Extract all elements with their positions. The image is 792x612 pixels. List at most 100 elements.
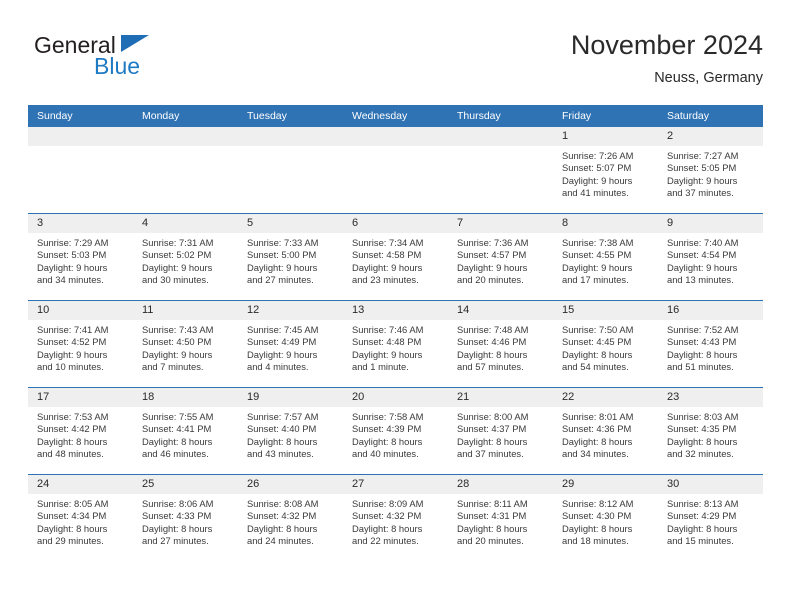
- day-cell[interactable]: 6 Sunrise: 7:34 AM Sunset: 4:58 PM Dayli…: [343, 214, 448, 300]
- day-number: 16: [667, 304, 680, 316]
- day-cell[interactable]: 15 Sunrise: 7:50 AM Sunset: 4:45 PM Dayl…: [553, 301, 658, 387]
- day-details: Sunrise: 7:58 AM Sunset: 4:39 PM Dayligh…: [343, 407, 448, 460]
- day-cell[interactable]: [238, 127, 343, 213]
- day-cell[interactable]: 19 Sunrise: 7:57 AM Sunset: 4:40 PM Dayl…: [238, 388, 343, 474]
- day-cell[interactable]: 14 Sunrise: 7:48 AM Sunset: 4:46 PM Dayl…: [448, 301, 553, 387]
- sunrise-text: Sunrise: 8:05 AM: [37, 498, 109, 509]
- sunset-text: Sunset: 5:07 PM: [562, 162, 632, 174]
- day-cell[interactable]: 16 Sunrise: 7:52 AM Sunset: 4:43 PM Dayl…: [658, 301, 763, 387]
- weekday-header-thursday: Thursday: [457, 110, 501, 122]
- daylight-text-line1: Daylight: 9 hours: [667, 174, 738, 186]
- daylight-text-line1: Daylight: 8 hours: [247, 435, 318, 447]
- day-cell[interactable]: 13 Sunrise: 7:46 AM Sunset: 4:48 PM Dayl…: [343, 301, 448, 387]
- sunset-text: Sunset: 4:33 PM: [142, 510, 212, 522]
- sunrise-text: Sunrise: 8:08 AM: [247, 498, 319, 509]
- sunset-text: Sunset: 4:49 PM: [247, 336, 317, 348]
- day-cell[interactable]: 11 Sunrise: 7:43 AM Sunset: 4:50 PM Dayl…: [133, 301, 238, 387]
- sunset-text: Sunset: 4:45 PM: [562, 336, 632, 348]
- daylight-text-line2: and 23 minutes.: [352, 273, 419, 285]
- day-cell[interactable]: 25 Sunrise: 8:06 AM Sunset: 4:33 PM Dayl…: [133, 475, 238, 561]
- sunset-text: Sunset: 4:36 PM: [562, 423, 632, 435]
- daylight-text-line1: Daylight: 9 hours: [352, 261, 423, 273]
- daylight-text-line2: and 37 minutes.: [667, 186, 734, 198]
- sunset-text: Sunset: 4:32 PM: [247, 510, 317, 522]
- day-number: 22: [562, 391, 575, 403]
- day-number: 9: [667, 217, 674, 229]
- sunrise-text: Sunrise: 7:50 AM: [562, 324, 634, 335]
- day-details: Sunrise: 8:08 AM Sunset: 4:32 PM Dayligh…: [238, 494, 343, 547]
- daylight-text-line2: and 37 minutes.: [457, 447, 524, 459]
- day-cell[interactable]: 9 Sunrise: 7:40 AM Sunset: 4:54 PM Dayli…: [658, 214, 763, 300]
- day-number: 21: [457, 391, 470, 403]
- daylight-text-line1: Daylight: 8 hours: [667, 522, 738, 534]
- day-cell[interactable]: 28 Sunrise: 8:11 AM Sunset: 4:31 PM Dayl…: [448, 475, 553, 561]
- day-cell[interactable]: 4 Sunrise: 7:31 AM Sunset: 5:02 PM Dayli…: [133, 214, 238, 300]
- day-cell[interactable]: [133, 127, 238, 213]
- day-details: Sunrise: 7:43 AM Sunset: 4:50 PM Dayligh…: [133, 320, 238, 373]
- day-cell[interactable]: 3 Sunrise: 7:29 AM Sunset: 5:03 PM Dayli…: [28, 214, 133, 300]
- day-cell[interactable]: 18 Sunrise: 7:55 AM Sunset: 4:41 PM Dayl…: [133, 388, 238, 474]
- daylight-text-line2: and 32 minutes.: [667, 447, 734, 459]
- daylight-text-line1: Daylight: 9 hours: [352, 348, 423, 360]
- day-cell[interactable]: 10 Sunrise: 7:41 AM Sunset: 4:52 PM Dayl…: [28, 301, 133, 387]
- day-details: Sunrise: 7:27 AM Sunset: 5:05 PM Dayligh…: [658, 146, 763, 199]
- day-details: Sunrise: 7:40 AM Sunset: 4:54 PM Dayligh…: [658, 233, 763, 286]
- page-header: General Blue November 2024 Neuss, German…: [28, 28, 763, 100]
- brand-logo[interactable]: General Blue: [34, 32, 274, 88]
- day-cell[interactable]: 27 Sunrise: 8:09 AM Sunset: 4:32 PM Dayl…: [343, 475, 448, 561]
- sunset-text: Sunset: 4:29 PM: [667, 510, 737, 522]
- daylight-text-line2: and 18 minutes.: [562, 534, 629, 546]
- sunrise-text: Sunrise: 7:55 AM: [142, 411, 214, 422]
- day-cell[interactable]: 29 Sunrise: 8:12 AM Sunset: 4:30 PM Dayl…: [553, 475, 658, 561]
- sunset-text: Sunset: 4:31 PM: [457, 510, 527, 522]
- sunrise-text: Sunrise: 8:11 AM: [457, 498, 528, 509]
- day-details: Sunrise: 7:31 AM Sunset: 5:02 PM Dayligh…: [133, 233, 238, 286]
- day-cell[interactable]: 17 Sunrise: 7:53 AM Sunset: 4:42 PM Dayl…: [28, 388, 133, 474]
- day-cell[interactable]: 30 Sunrise: 8:13 AM Sunset: 4:29 PM Dayl…: [658, 475, 763, 561]
- sunrise-text: Sunrise: 7:57 AM: [247, 411, 319, 422]
- daylight-text-line2: and 20 minutes.: [457, 273, 524, 285]
- day-cell[interactable]: 22 Sunrise: 8:01 AM Sunset: 4:36 PM Dayl…: [553, 388, 658, 474]
- week-row: 3 Sunrise: 7:29 AM Sunset: 5:03 PM Dayli…: [28, 213, 763, 300]
- day-cell[interactable]: 7 Sunrise: 7:36 AM Sunset: 4:57 PM Dayli…: [448, 214, 553, 300]
- day-cell[interactable]: [448, 127, 553, 213]
- daylight-text-line1: Daylight: 8 hours: [142, 435, 213, 447]
- calendar-page: General Blue November 2024 Neuss, German…: [0, 0, 792, 612]
- day-cell[interactable]: 20 Sunrise: 7:58 AM Sunset: 4:39 PM Dayl…: [343, 388, 448, 474]
- daylight-text-line2: and 30 minutes.: [142, 273, 209, 285]
- daylight-text-line2: and 34 minutes.: [562, 447, 629, 459]
- day-details: Sunrise: 7:38 AM Sunset: 4:55 PM Dayligh…: [553, 233, 658, 286]
- day-details: Sunrise: 7:34 AM Sunset: 4:58 PM Dayligh…: [343, 233, 448, 286]
- day-details: Sunrise: 7:29 AM Sunset: 5:03 PM Dayligh…: [28, 233, 133, 286]
- day-cell[interactable]: 8 Sunrise: 7:38 AM Sunset: 4:55 PM Dayli…: [553, 214, 658, 300]
- day-cell[interactable]: 2 Sunrise: 7:27 AM Sunset: 5:05 PM Dayli…: [658, 127, 763, 213]
- day-cell[interactable]: 1 Sunrise: 7:26 AM Sunset: 5:07 PM Dayli…: [553, 127, 658, 213]
- day-cell[interactable]: 12 Sunrise: 7:45 AM Sunset: 4:49 PM Dayl…: [238, 301, 343, 387]
- day-cell[interactable]: [28, 127, 133, 213]
- day-cell[interactable]: 23 Sunrise: 8:03 AM Sunset: 4:35 PM Dayl…: [658, 388, 763, 474]
- sunset-text: Sunset: 4:41 PM: [142, 423, 212, 435]
- day-cell[interactable]: 24 Sunrise: 8:05 AM Sunset: 4:34 PM Dayl…: [28, 475, 133, 561]
- sunrise-text: Sunrise: 7:29 AM: [37, 237, 109, 248]
- week-row: 10 Sunrise: 7:41 AM Sunset: 4:52 PM Dayl…: [28, 300, 763, 387]
- day-cell[interactable]: 21 Sunrise: 8:00 AM Sunset: 4:37 PM Dayl…: [448, 388, 553, 474]
- day-cell[interactable]: [343, 127, 448, 213]
- daylight-text-line2: and 10 minutes.: [37, 360, 104, 372]
- daylight-text-line1: Daylight: 8 hours: [457, 522, 528, 534]
- daylight-text-line2: and 27 minutes.: [142, 534, 209, 546]
- day-cell[interactable]: 26 Sunrise: 8:08 AM Sunset: 4:32 PM Dayl…: [238, 475, 343, 561]
- title-block: November 2024 Neuss, Germany: [571, 28, 763, 89]
- daylight-text-line1: Daylight: 9 hours: [37, 261, 108, 273]
- day-number: 12: [247, 304, 260, 316]
- daylight-text-line2: and 4 minutes.: [247, 360, 309, 372]
- daylight-text-line2: and 34 minutes.: [37, 273, 104, 285]
- week-row: 1 Sunrise: 7:26 AM Sunset: 5:07 PM Dayli…: [28, 127, 763, 213]
- day-details: Sunrise: 8:05 AM Sunset: 4:34 PM Dayligh…: [28, 494, 133, 547]
- day-cell[interactable]: 5 Sunrise: 7:33 AM Sunset: 5:00 PM Dayli…: [238, 214, 343, 300]
- daylight-text-line2: and 40 minutes.: [352, 447, 419, 459]
- sunset-text: Sunset: 4:35 PM: [667, 423, 737, 435]
- daylight-text-line1: Daylight: 9 hours: [562, 261, 633, 273]
- sunset-text: Sunset: 4:48 PM: [352, 336, 422, 348]
- day-number: 15: [562, 304, 575, 316]
- sunrise-text: Sunrise: 7:31 AM: [142, 237, 214, 248]
